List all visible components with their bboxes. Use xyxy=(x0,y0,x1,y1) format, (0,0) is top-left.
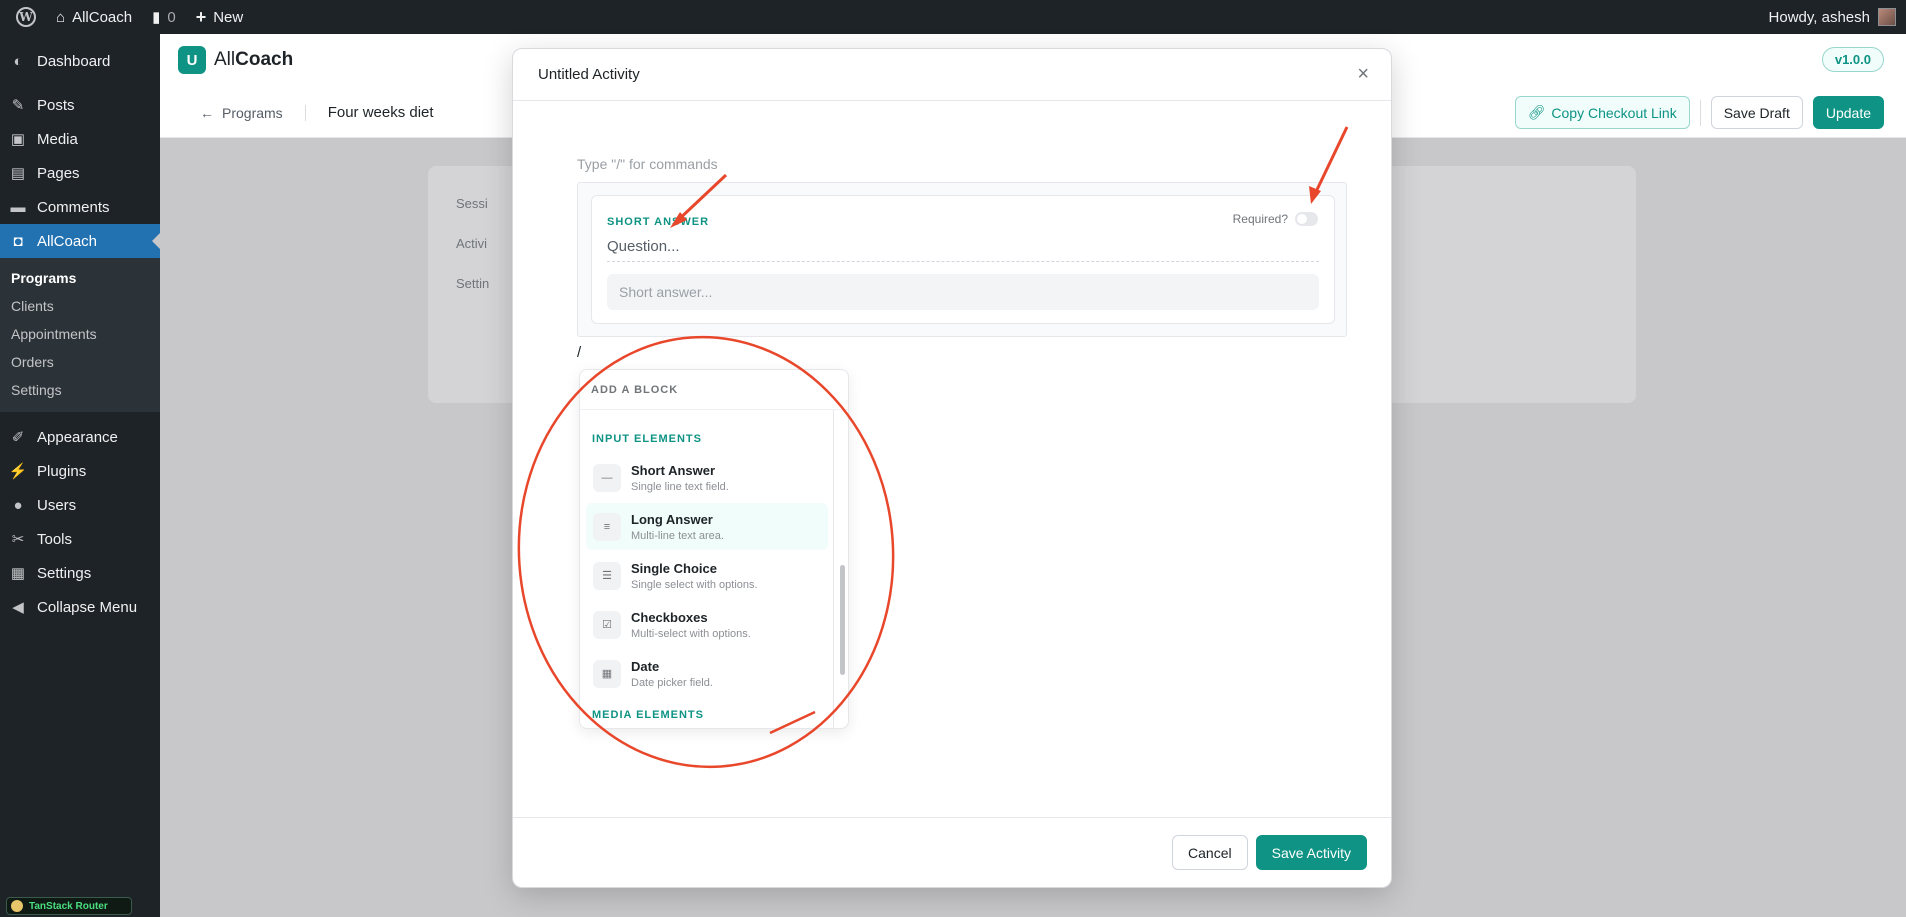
menu-appearance[interactable]: ✐ Appearance xyxy=(0,420,160,454)
dashboard-icon: ◐ xyxy=(13,52,23,70)
allcoach-submenu: Programs Clients Appointments Orders Set… xyxy=(0,258,160,412)
pages-icon: ▤ xyxy=(10,165,26,182)
account-menu[interactable]: Howdy, ashesh xyxy=(1769,8,1906,26)
site-name-link[interactable]: ⌂ AllCoach xyxy=(46,0,142,34)
scroll-track xyxy=(833,410,834,728)
settings-icon: ▦ xyxy=(10,565,26,582)
submenu-clients[interactable]: Clients xyxy=(0,292,160,320)
update-button[interactable]: Update xyxy=(1812,96,1884,129)
block-option-checkboxes[interactable]: ☑ Checkboxes Multi-select with options. xyxy=(586,601,828,648)
question-card: SHORT ANSWER Required? Question... Short… xyxy=(591,195,1335,324)
avatar xyxy=(1878,8,1896,26)
modal-title: Untitled Activity xyxy=(538,66,640,83)
activity-modal: Untitled Activity × Type "/" for command… xyxy=(512,48,1392,888)
menu-plugins[interactable]: ⚡ Plugins xyxy=(0,454,160,488)
submenu-orders[interactable]: Orders xyxy=(0,348,160,376)
brush-icon: ✐ xyxy=(11,429,25,446)
submenu-settings[interactable]: Settings xyxy=(0,376,160,404)
wrench-icon: ✂ xyxy=(11,531,25,548)
collapse-icon: ◀ xyxy=(12,599,24,616)
required-toggle-group: Required? xyxy=(1233,212,1318,226)
tab-sessions[interactable]: Sessi xyxy=(456,196,488,211)
allcoach-logo-icon: U xyxy=(178,46,206,74)
media-icon: ▣ xyxy=(10,131,26,148)
home-icon: ⌂ xyxy=(56,8,66,26)
scrollbar-thumb[interactable] xyxy=(840,565,845,675)
comment-icon: ▬ xyxy=(10,198,26,216)
program-title: Four weeks diet xyxy=(327,104,434,121)
submenu-programs[interactable]: Programs xyxy=(0,264,160,292)
cancel-button[interactable]: Cancel xyxy=(1172,835,1248,870)
plug-icon: ⚡ xyxy=(8,463,28,480)
dash-icon: — xyxy=(593,463,621,492)
divider xyxy=(1699,99,1701,126)
comment-icon: ▮ xyxy=(152,9,161,26)
menu-settings[interactable]: ▦ Settings xyxy=(0,556,160,590)
menu-collapse[interactable]: ◀ Collapse Menu xyxy=(0,590,160,624)
back-to-programs-link[interactable]: ← Programs xyxy=(200,104,306,121)
input-elements-heading: INPUT ELEMENTS xyxy=(592,433,702,445)
menu-comments[interactable]: ▬ Comments xyxy=(0,190,160,224)
save-activity-button[interactable]: Save Activity xyxy=(1255,835,1367,870)
tab-settings[interactable]: Settin xyxy=(456,276,489,291)
menu-dashboard[interactable]: ◐ Dashboard xyxy=(0,44,160,78)
command-hint: Type "/" for commands xyxy=(577,156,718,172)
list-icon: ☰ xyxy=(593,561,621,590)
question-input[interactable]: Question... xyxy=(607,238,1319,262)
slash-command-input[interactable]: / xyxy=(577,344,581,361)
admin-bar: W ⌂ AllCoach ▮ 0 + New Howdy, ashesh xyxy=(0,0,1906,34)
arrow-left-icon: ← xyxy=(200,104,214,121)
block-option-date[interactable]: ▦ Date Date picker field. xyxy=(586,650,828,697)
add-block-title: ADD A BLOCK xyxy=(580,370,848,410)
breadcrumb: ← Programs Four weeks diet xyxy=(200,104,434,121)
tab-activities[interactable]: Activi xyxy=(456,236,487,251)
calendar-icon: ▦ xyxy=(593,659,621,688)
link-icon: 🔗︎ xyxy=(1527,104,1546,120)
required-toggle[interactable] xyxy=(1295,212,1318,226)
modal-header: Untitled Activity xyxy=(513,49,1391,101)
media-elements-heading: MEDIA ELEMENTS xyxy=(592,709,704,721)
new-content-link[interactable]: + New xyxy=(186,0,254,34)
save-draft-button[interactable]: Save Draft xyxy=(1710,96,1803,129)
wordpress-icon: W xyxy=(16,7,36,27)
allcoach-icon: ◘ xyxy=(13,232,23,250)
menu-tools[interactable]: ✂ Tools xyxy=(0,522,160,556)
block-option-short-answer[interactable]: — Short Answer Single line text field. xyxy=(586,454,828,501)
menu-media[interactable]: ▣ Media xyxy=(0,122,160,156)
block-type-label: SHORT ANSWER xyxy=(607,216,710,228)
block-option-long-answer[interactable]: ≡ Long Answer Multi-line text area. xyxy=(586,503,828,550)
tanstack-devtools-button[interactable]: TanStack Router xyxy=(6,897,132,915)
submenu-appointments[interactable]: Appointments xyxy=(0,320,160,348)
modal-footer: Cancel Save Activity xyxy=(513,817,1391,887)
close-icon[interactable]: × xyxy=(1357,63,1369,86)
checkbox-icon: ☑ xyxy=(593,610,621,639)
add-block-menu: ADD A BLOCK INPUT ELEMENTS — Short Answe… xyxy=(579,369,849,729)
short-answer-preview: Short answer... xyxy=(607,274,1319,310)
admin-sidebar: ◐ Dashboard ✎ Posts ▣ Media ▤ Pages ▬ Comment… xyxy=(0,34,160,917)
menu-allcoach[interactable]: ◘ AllCoach xyxy=(0,224,160,258)
paragraph-icon: ≡ xyxy=(593,512,621,541)
copy-checkout-link-button[interactable]: 🔗︎ Copy Checkout Link xyxy=(1514,96,1690,129)
wordpress-logo-button[interactable]: W xyxy=(0,0,46,34)
user-icon: ● xyxy=(13,496,23,514)
menu-posts[interactable]: ✎ Posts xyxy=(0,88,160,122)
allcoach-logo: U AllCoach xyxy=(178,46,293,74)
plus-icon: + xyxy=(195,6,207,27)
tanstack-logo-icon xyxy=(11,900,23,912)
block-option-single-choice[interactable]: ☰ Single Choice Single select with option… xyxy=(586,552,828,599)
menu-users[interactable]: ● Users xyxy=(0,488,160,522)
version-badge: v1.0.0 xyxy=(1821,47,1884,72)
comments-link[interactable]: ▮ 0 xyxy=(142,0,186,34)
short-answer-block: SHORT ANSWER Required? Question... Short… xyxy=(577,182,1347,337)
pin-icon: ✎ xyxy=(11,97,25,114)
menu-pages[interactable]: ▤ Pages xyxy=(0,156,160,190)
header-actions: 🔗︎ Copy Checkout Link Save Draft Update xyxy=(1514,96,1884,129)
